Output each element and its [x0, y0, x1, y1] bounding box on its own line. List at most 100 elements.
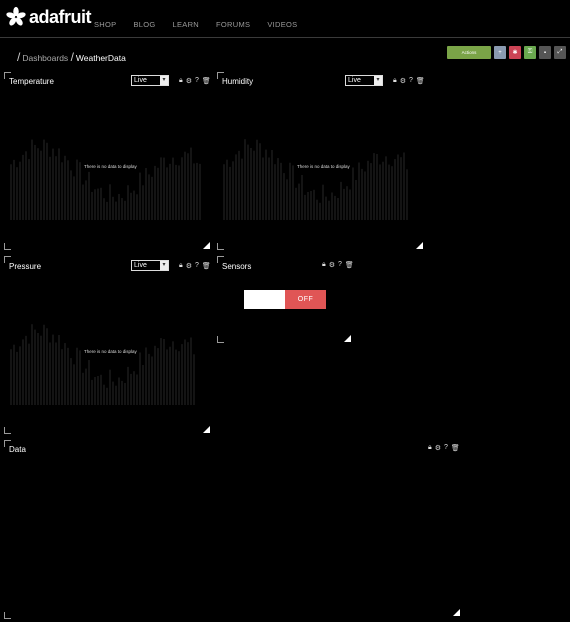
- ghost-bar: [127, 366, 129, 405]
- temperature-chart-placeholder: [10, 139, 201, 220]
- ghost-bar: [178, 165, 180, 220]
- ghost-bar: [157, 348, 159, 405]
- ghost-bar: [346, 186, 348, 220]
- help-icon[interactable]: ?: [195, 77, 199, 85]
- lock-icon[interactable]: 🔒︎: [322, 261, 326, 269]
- adafruit-logo[interactable]: adafruit: [5, 5, 92, 29]
- ghost-bar: [166, 167, 168, 220]
- breadcrumb-separator: /: [70, 50, 74, 64]
- ghost-bar: [154, 345, 156, 405]
- ghost-bar: [145, 167, 147, 220]
- nav-shop[interactable]: SHOP: [94, 20, 116, 29]
- ghost-bar: [28, 159, 30, 220]
- pressure-resize-handle[interactable]: [203, 426, 210, 433]
- nav-blog[interactable]: BLOG: [133, 20, 155, 29]
- ghost-bar: [394, 159, 396, 220]
- temperature-title: Temperature: [9, 77, 54, 86]
- temperature-resize-handle[interactable]: [203, 242, 210, 249]
- ghost-bar: [160, 157, 162, 220]
- key-icon: ⚿: [527, 49, 533, 55]
- fullscreen-button[interactable]: ⤢: [554, 46, 566, 59]
- gear-icon[interactable]: ⚙: [186, 262, 192, 270]
- block-corner: [217, 243, 224, 250]
- actions-button[interactable]: Actions: [447, 46, 491, 59]
- ghost-bar: [376, 153, 378, 220]
- gear-icon[interactable]: ⚙: [329, 261, 335, 269]
- toggle-off-label[interactable]: OFF: [285, 290, 326, 309]
- ghost-bar: [97, 188, 99, 220]
- sensors-title: Sensors: [222, 262, 252, 271]
- sensors-resize-handle[interactable]: [344, 335, 351, 342]
- toggle-on-side[interactable]: [244, 290, 285, 309]
- lock-icon[interactable]: 🔒︎: [393, 77, 397, 85]
- ghost-bar: [310, 190, 312, 220]
- star-icon: ✱: [512, 50, 518, 56]
- ghost-bar: [382, 161, 384, 220]
- nav-forums[interactable]: FORUMS: [216, 20, 250, 29]
- breadcrumb-dashboards-link[interactable]: Dashboards: [22, 53, 68, 63]
- trash-icon[interactable]: 🗑︎: [451, 444, 460, 452]
- trash-icon[interactable]: 🗑︎: [416, 77, 425, 85]
- ghost-bar: [46, 142, 48, 220]
- gear-icon[interactable]: ⚙: [435, 444, 441, 452]
- ghost-bar: [88, 171, 90, 220]
- ghost-bar: [364, 171, 366, 220]
- ghost-bar: [43, 324, 45, 405]
- humidity-range-select[interactable]: Live ▾: [345, 75, 383, 86]
- humidity-resize-handle[interactable]: [416, 242, 423, 249]
- ghost-bar: [118, 377, 120, 405]
- help-icon[interactable]: ?: [338, 261, 342, 269]
- trash-icon[interactable]: 🗑︎: [202, 262, 211, 270]
- pressure-range-select[interactable]: Live ▾: [131, 260, 169, 271]
- nav-videos[interactable]: VIDEOS: [267, 20, 297, 29]
- help-icon[interactable]: ?: [409, 77, 413, 85]
- trash-icon[interactable]: 🗑︎: [345, 261, 354, 269]
- trash-icon[interactable]: 🗑︎: [202, 77, 211, 85]
- help-icon[interactable]: ?: [195, 262, 199, 270]
- data-resize-handle[interactable]: [453, 609, 460, 616]
- ghost-bar: [280, 162, 282, 220]
- ghost-bar: [277, 158, 279, 220]
- help-icon[interactable]: ?: [444, 444, 448, 452]
- ghost-bar: [94, 376, 96, 405]
- gear-icon[interactable]: ⚙: [400, 77, 406, 85]
- ghost-bar: [187, 153, 189, 220]
- ghost-bar: [292, 165, 294, 220]
- ghost-bar: [43, 139, 45, 220]
- lock-button[interactable]: ▪: [539, 46, 551, 59]
- lock-icon[interactable]: 🔒︎: [179, 262, 183, 270]
- ghost-bar: [226, 159, 228, 220]
- ghost-bar: [331, 192, 333, 220]
- sensors-toggle-switch[interactable]: OFF: [244, 290, 326, 309]
- lock-icon[interactable]: 🔒︎: [428, 444, 432, 452]
- ghost-bar: [157, 167, 159, 220]
- ghost-bar: [169, 163, 171, 220]
- select-value: Live: [348, 77, 361, 84]
- lock-icon[interactable]: 🔒︎: [179, 77, 183, 85]
- ghost-bar: [193, 163, 195, 220]
- favorite-button[interactable]: ✱: [509, 46, 521, 59]
- ghost-bar: [295, 187, 297, 220]
- temperature-range-select[interactable]: Live ▾: [131, 75, 169, 86]
- ghost-bar: [85, 368, 87, 405]
- ghost-bar: [73, 364, 75, 405]
- block-corner: [4, 612, 11, 619]
- key-button[interactable]: ⚿: [524, 46, 536, 59]
- ghost-bar: [370, 163, 372, 220]
- nav-learn[interactable]: LEARN: [173, 20, 200, 29]
- ghost-bar: [76, 159, 78, 220]
- ghost-bar: [94, 189, 96, 220]
- block-corner: [217, 336, 224, 343]
- ghost-bar: [25, 151, 27, 220]
- ghost-bar: [223, 164, 225, 220]
- ghost-bar: [103, 384, 105, 405]
- add-block-button[interactable]: +: [494, 46, 506, 59]
- ghost-bar: [136, 374, 138, 405]
- ghost-bar: [244, 139, 246, 220]
- ghost-bar: [163, 157, 165, 220]
- gear-icon[interactable]: ⚙: [186, 77, 192, 85]
- ghost-bar: [196, 162, 198, 220]
- ghost-bar: [112, 381, 114, 405]
- ghost-bar: [103, 198, 105, 220]
- ghost-bar: [190, 337, 192, 405]
